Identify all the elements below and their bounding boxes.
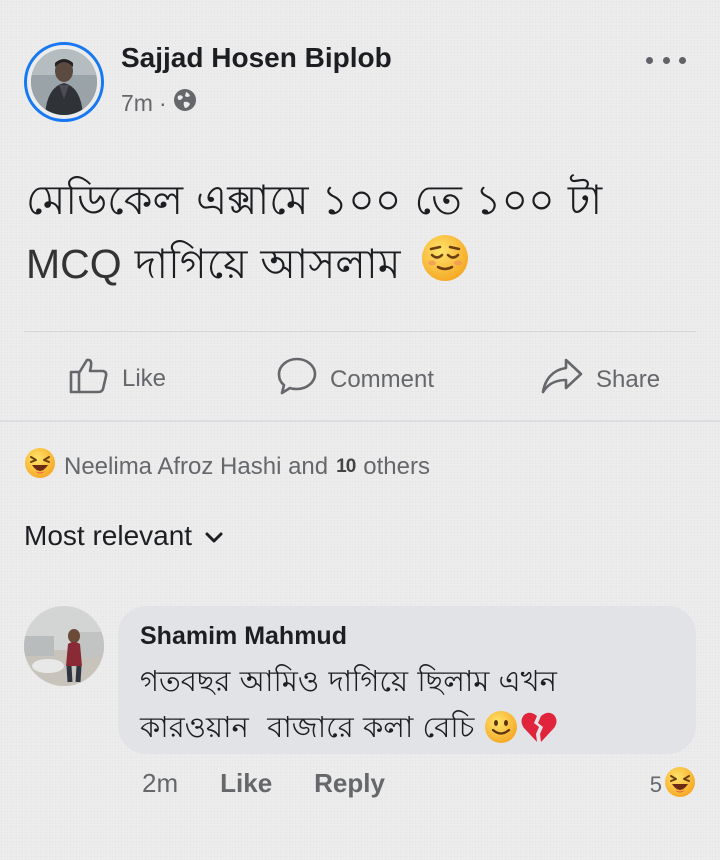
like-label: Like [122,364,167,392]
meta-separator: · [158,89,167,116]
post-time[interactable]: 7m [121,90,153,117]
share-arrow-icon [540,356,584,403]
laughing-face-icon [24,447,56,486]
post-meta: 7m · [121,88,197,118]
like-button[interactable]: Like [68,356,166,401]
share-button[interactable]: Share [540,356,660,403]
post-text-line-2: MCQ দাগিয়ে আসলাম [26,232,696,301]
comment-time[interactable]: 2m [142,768,178,799]
commenter-name[interactable]: Shamim Mahmud [140,622,347,651]
comment-text: গতবছর আমিও দাগিয়ে ছিলাম এখন কারওয়ান বা… [140,658,680,750]
comment-label: Comment [330,365,435,393]
author-avatar[interactable] [24,42,104,122]
section-divider [0,420,720,422]
author-name[interactable]: Sajjad Hosen Biplob [121,42,392,74]
laughing-face-icon [664,766,696,804]
slightly-smiling-face-icon [484,710,518,744]
comment-sort-dropdown[interactable]: Most relevant [24,520,224,552]
globe-icon [173,88,197,118]
comment-reply-button[interactable]: Reply [314,768,385,799]
chevron-down-icon [204,520,224,552]
comment-reaction-count: 5 [649,772,662,797]
comment-bubble-icon [276,356,318,403]
post-text: মেডিকেল এক্সামে ১০০ তে ১০০ টা MCQ দাগিয়… [26,168,696,301]
comment-text-line-2-wrap: কারওয়ান বাজারে কলা বেচি [140,704,680,750]
post-divider [24,331,696,332]
comment-text-line-1: গতবছর আমিও দাগিয়ে ছিলাম এখন [140,664,557,698]
more-options-icon[interactable] [646,50,686,70]
sort-label: Most relevant [24,520,193,551]
comment-like-button[interactable]: Like [220,768,272,799]
comment-text-line-2: কারওয়ান বাজারে কলা বেচি [140,710,475,744]
author-avatar-photo [31,49,97,115]
reactions-count: 10 [336,455,356,477]
post-text-bengali: দাগিয়ে আসলাম [134,240,401,288]
commenter-avatar[interactable] [24,606,104,686]
post-text-latin: MCQ [26,241,122,287]
relieved-face-icon [420,233,470,301]
thumbs-up-icon [68,356,110,401]
reactions-suffix: others [363,452,430,480]
broken-heart-icon [520,710,558,744]
share-label: Share [596,365,661,393]
comment-reactions[interactable]: 5 [650,766,696,804]
comment-button[interactable]: Comment [276,356,434,403]
comment-meta: 2m Like Reply [142,768,385,799]
reactions-summary[interactable]: Neelima Afroz Hashi and 10 others [24,447,430,486]
post-text-line-1: মেডিকেল এক্সামে ১০০ তে ১০০ টা [26,176,603,224]
reactions-text: Neelima Afroz Hashi and [64,452,329,480]
